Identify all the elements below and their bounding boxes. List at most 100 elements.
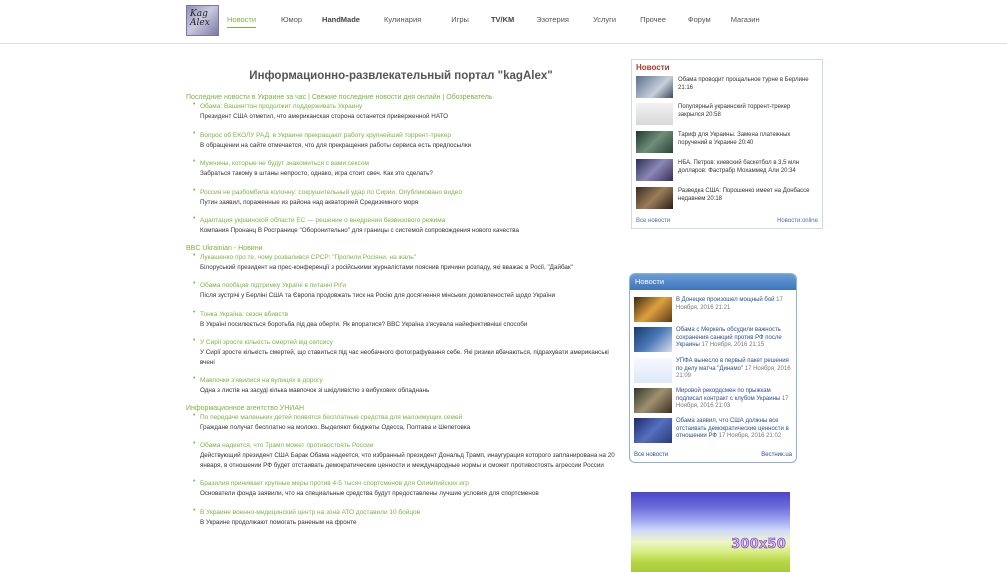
news-headline-wrap[interactable]: УПФА вынесло в первый пакет решения по д… <box>676 358 794 381</box>
news-source-link[interactable]: Вестник.ua <box>761 452 792 458</box>
news-item: У Сирії зросте кількість смертей від сеп… <box>186 337 616 367</box>
news-date: 17 Ноября, 2016 21:02 <box>718 433 782 440</box>
widget-news-item[interactable]: Популярный украинский торрент-трекер зак… <box>635 103 821 125</box>
news-item-description: В Україні посилюється боротьба під два о… <box>200 320 528 328</box>
news-headline-wrap[interactable]: В Донецке произошел мощный бой 17 Ноября… <box>676 297 794 312</box>
news-item-title[interactable]: У Сирії зросте кількість смертей від сеп… <box>200 338 616 347</box>
news-headline-wrap[interactable]: Мировой рекордсмен по прыжкам подписал к… <box>676 388 794 411</box>
news-item: Вопрос об ЕКОЛУ РАД: в Украине прекращаю… <box>186 130 616 151</box>
news-item-description: Забраться такому в штаны непросто, однак… <box>200 170 433 177</box>
widget-news-item[interactable]: Тариф для Украины. Замена платежных пору… <box>635 131 821 153</box>
widget-title: Новости <box>636 63 670 72</box>
news-item-title[interactable]: Вопрос об ЕКОЛУ РАД: в Украине прекращаю… <box>200 131 616 140</box>
news-source-link[interactable]: Новости:online <box>777 218 818 224</box>
all-news-link[interactable]: Все новости <box>636 218 670 224</box>
news-thumbnail[interactable] <box>634 358 672 383</box>
news-headline: Мировой рекордсмен по прыжкам подписал к… <box>676 388 782 402</box>
news-thumbnail[interactable] <box>636 159 673 181</box>
news-thumbnail[interactable] <box>634 297 672 322</box>
widget-news-item[interactable]: Обама проводит прощальное турне в Берлин… <box>635 76 821 98</box>
news-item-description: В обращении на сайте отмечается, что для… <box>200 141 472 149</box>
widget-news-item[interactable]: УПФА вынесло в первый пакет решения по д… <box>633 358 793 385</box>
logo-text: Kag Alex <box>190 9 210 28</box>
news-item-title[interactable]: Россия не разбомбила колонну: сокрушител… <box>200 188 616 197</box>
nav-item[interactable]: Новости <box>227 15 257 28</box>
news-headline[interactable]: Обама проводит прощальное турне в Берлин… <box>678 76 818 92</box>
news-headline[interactable]: Популярный украинский торрент-трекер зак… <box>678 103 818 119</box>
feed-title[interactable]: BBC Ukrainian - Новини <box>186 245 616 252</box>
news-thumbnail[interactable] <box>636 187 673 209</box>
news-item-description: Основатели фонда заявили, что на специал… <box>200 490 539 497</box>
feed-title[interactable]: Информационное агентство УНИАН <box>186 405 616 412</box>
news-thumbnail[interactable] <box>636 131 673 153</box>
news-date: 17 Ноября, 2016 21:15 <box>701 342 765 349</box>
news-item-description: Граждане получат бесплатно на молоко. Вы… <box>200 423 471 431</box>
news-item: По передаче маленьких детей появятся бес… <box>186 412 616 433</box>
news-item-title[interactable]: Адаптация украинской области ЕС — решени… <box>200 216 616 225</box>
widget-news-item[interactable]: Разведка США: Порошенко имеет на Донбасс… <box>635 187 821 209</box>
nav-item[interactable]: Эзотерия <box>536 15 569 28</box>
ad-banner[interactable]: 300x50 <box>631 492 790 572</box>
news-item: Обама: Вашингтон продолжит поддерживать … <box>186 101 616 122</box>
news-headline[interactable]: Разведка США: Порошенко имеет на Донбасс… <box>678 187 818 203</box>
nav-item[interactable]: Магазин <box>731 15 760 28</box>
news-item: Мавпочки з'явилися на вулицях в дорогу Од… <box>186 375 616 396</box>
news-thumbnail[interactable] <box>634 418 672 443</box>
feed-title[interactable]: Последние новости в Украине за час | Све… <box>186 94 616 101</box>
nav-item[interactable]: Юмор <box>281 15 302 28</box>
nav-item[interactable]: Услуги <box>593 15 616 28</box>
news-item: Обама пообіцяв підтримку Україні в питан… <box>186 280 616 301</box>
widget-news-item[interactable]: В Донецке произошел мощный бой 17 Ноября… <box>633 297 793 324</box>
nav-item[interactable]: Игры <box>451 15 469 28</box>
main-content: Информационно-развлекательный портал "ka… <box>186 70 616 536</box>
widget-news-item[interactable]: Обама с Меркель обсудили важность сохран… <box>633 327 793 354</box>
news-thumbnail[interactable] <box>634 327 672 352</box>
news-item-title[interactable]: Мужчины, которые не будут знакомиться с … <box>200 159 616 168</box>
news-item-description: Білоруський президент на прес-конференці… <box>200 263 573 271</box>
news-item-title[interactable]: Тонка Україна: сезон вбивств <box>200 310 616 319</box>
nav-item[interactable]: HandMade <box>322 15 360 28</box>
news-thumbnail[interactable] <box>636 103 673 125</box>
news-item: Мужчины, которые не будут знакомиться с … <box>186 158 616 179</box>
news-item-title[interactable]: Лукашенко про те, чому розвалився СРСР: … <box>200 253 616 262</box>
site-logo[interactable]: Kag Alex <box>186 5 219 36</box>
news-item-description: Президент США отметил, что американская … <box>200 113 448 120</box>
news-headline-wrap[interactable]: Обама с Меркель обсудили важность сохран… <box>676 327 794 350</box>
news-item-title[interactable]: В Украине военно-медицинский центр на зо… <box>200 508 616 517</box>
news-headline: В Донецке произошел мощный бой <box>676 297 777 303</box>
news-item-title[interactable]: Обама: Вашингтон продолжит поддерживать … <box>200 102 616 111</box>
news-item: Бразилия принимает крупные меры против 4… <box>186 478 616 499</box>
news-item: Адаптация украинской области ЕС — решени… <box>186 215 616 236</box>
banner-label: 300x50 <box>731 537 786 553</box>
news-item-description: У Сирії зросте кількість смертей, що ста… <box>200 349 609 366</box>
widget-title: Новости <box>630 274 796 290</box>
news-widget-secondary: Новости В Донецке произошел мощный бой 1… <box>629 273 797 463</box>
news-thumbnail[interactable] <box>634 388 672 413</box>
widget-news-item[interactable]: Мировой рекордсмен по прыжкам подписал к… <box>633 388 793 415</box>
news-item: Обама надеется, что Трамп может противос… <box>186 440 616 470</box>
nav-item[interactable]: TV/KM <box>491 15 514 28</box>
nav-item[interactable]: Кулинария <box>384 15 421 28</box>
news-headline-wrap[interactable]: Обама заявил, что США должны все отстаив… <box>676 418 794 441</box>
news-item-title[interactable]: Бразилия принимает крупные меры против 4… <box>200 479 616 488</box>
main-nav: Новости Юмор HandMade Кулинария Игры TV/KM Эзо… <box>227 15 760 28</box>
news-headline[interactable]: Тариф для Украины. Замена платежных пору… <box>678 131 818 147</box>
news-item: Лукашенко про те, чому розвалився СРСР: … <box>186 252 616 273</box>
news-item-description: Компания Пронанц В Росгранице "Обороните… <box>200 227 519 234</box>
feeds: Последние новости в Украине за час | Све… <box>186 94 616 527</box>
widget-news-item[interactable]: НБА. Петров: киевский баскетбол в 3,5 мл… <box>635 159 821 181</box>
news-thumbnail[interactable] <box>636 76 673 98</box>
news-item-title[interactable]: Обама надеется, что Трамп может противос… <box>200 441 616 450</box>
all-news-link[interactable]: Все новости <box>634 452 668 458</box>
news-item: Россия не разбомбила колонну: сокрушител… <box>186 187 616 208</box>
nav-item[interactable]: Прочее <box>640 15 666 28</box>
nav-item[interactable]: Форум <box>688 15 711 28</box>
news-headline[interactable]: НБА. Петров: киевский баскетбол в 3,5 мл… <box>678 159 818 175</box>
widget-news-item[interactable]: Обама заявил, что США должны все отстаив… <box>633 418 793 445</box>
news-item-title[interactable]: Обама пообіцяв підтримку Україні в питан… <box>200 281 616 290</box>
news-item-title[interactable]: Мавпочки з'явилися на вулицях в дорогу <box>200 376 616 385</box>
news-item-description: Одна з листів на засуді кілька мавпочок … <box>200 387 430 394</box>
news-widget-primary: Новости Обама проводит прощальное турне … <box>631 59 823 229</box>
site-header: Kag Alex Новости Юмор HandMade Кулинария Игр… <box>0 0 1007 44</box>
news-item-title[interactable]: По передаче маленьких детей появятся бес… <box>200 413 616 422</box>
